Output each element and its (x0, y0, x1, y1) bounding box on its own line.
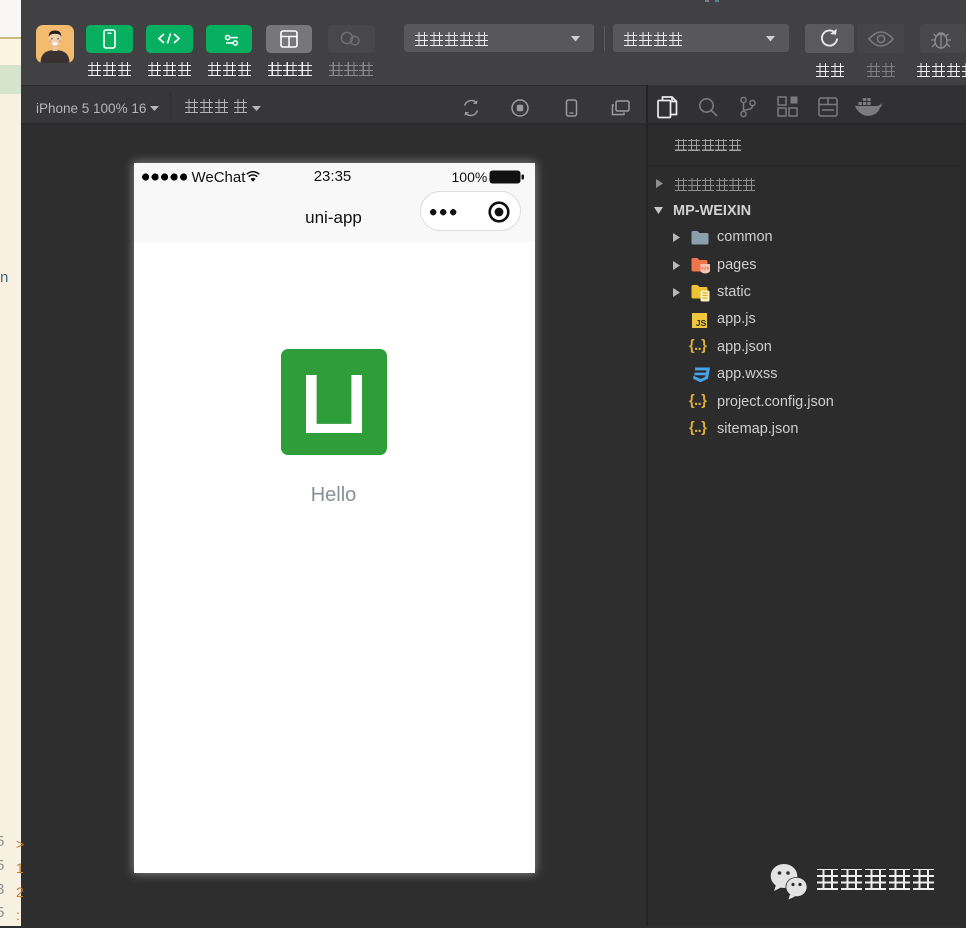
svg-text:JS: JS (695, 318, 706, 328)
